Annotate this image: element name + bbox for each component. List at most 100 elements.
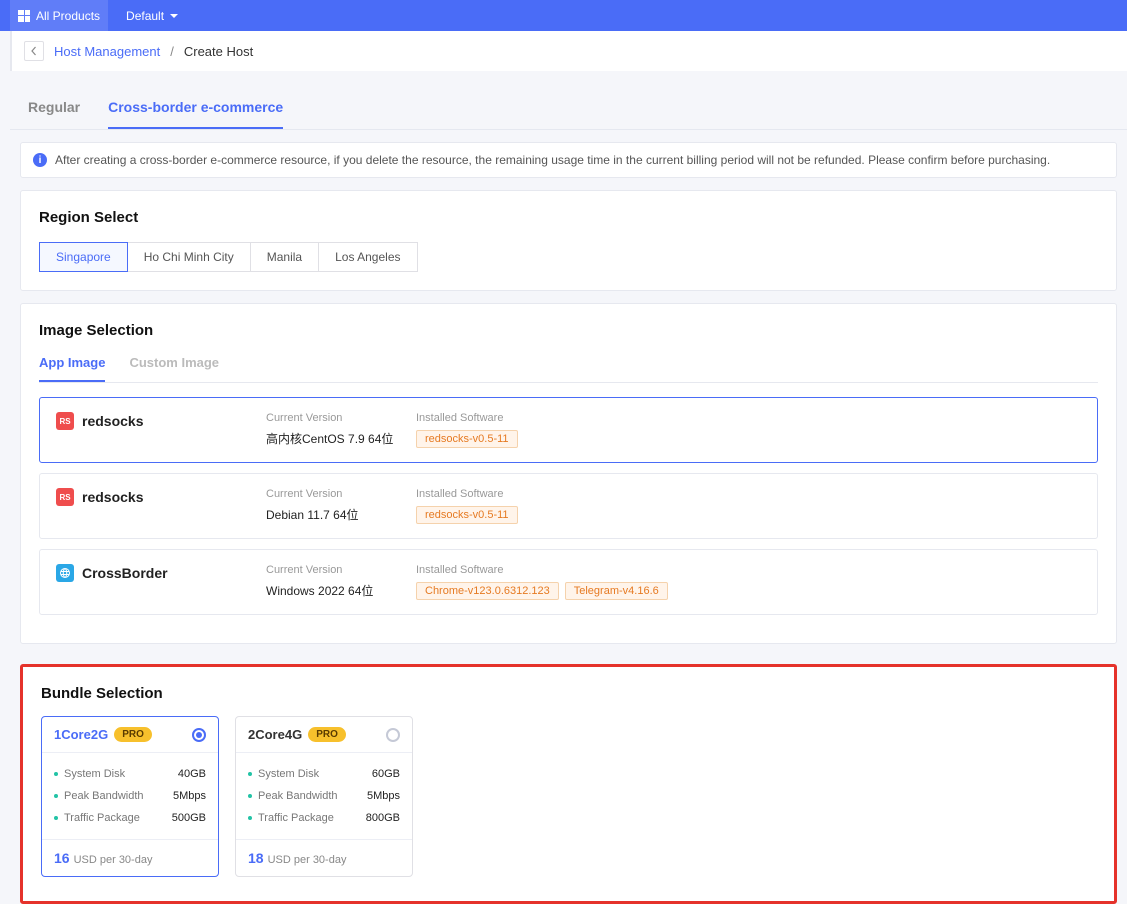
bullet-icon xyxy=(54,794,58,798)
software-tag: Chrome-v123.0.6312.123 xyxy=(416,582,559,600)
bundle-card: Bundle Selection 1Core2G PRO System Disk 4… xyxy=(20,664,1117,904)
image-software-cell: Installed Softwareredsocks-v0.5-11 xyxy=(416,488,1081,524)
breadcrumb-separator: / xyxy=(170,44,174,59)
info-icon: i xyxy=(33,153,47,167)
region-option-2[interactable]: Manila xyxy=(250,242,319,272)
bundle-body: System Disk 40GB Peak Bandwidth 5Mbps Traffi… xyxy=(42,753,218,839)
image-version-cell: Current Version Windows 2022 64位 xyxy=(266,564,406,599)
main-tabs: Regular Cross-border e-commerce xyxy=(10,81,1127,130)
image-title: Image Selection xyxy=(39,322,1098,339)
software-label: Installed Software xyxy=(416,564,1081,576)
version-label: Current Version xyxy=(266,488,406,500)
bundle-name: 2Core4G PRO xyxy=(248,727,346,742)
image-sub-tab-0[interactable]: App Image xyxy=(39,355,105,382)
bullet-icon xyxy=(54,772,58,776)
main-tab-1[interactable]: Cross-border e-commerce xyxy=(108,99,283,129)
software-tags: Chrome-v123.0.6312.123 Telegram-v4.16.6 xyxy=(416,582,1081,600)
image-name: CrossBorder xyxy=(56,564,256,582)
grid-icon xyxy=(18,10,30,22)
image-row-2[interactable]: CrossBorder Current Version Windows 2022 6… xyxy=(39,549,1098,615)
main-tab-0[interactable]: Regular xyxy=(28,99,80,129)
image-card: Image Selection App Image Custom Image RS… xyxy=(20,303,1117,644)
bundle-option-0[interactable]: 1Core2G PRO System Disk 40GB Peak Bandwidth… xyxy=(41,716,219,877)
image-sub-tab-1[interactable]: Custom Image xyxy=(129,355,219,382)
bundle-name: 1Core2G PRO xyxy=(54,727,152,742)
traffic-value: 800GB xyxy=(366,812,400,824)
bundle-price-suffix: USD per 30-day xyxy=(74,854,153,866)
bundle-title: Bundle Selection xyxy=(41,685,1096,702)
radio-icon xyxy=(192,728,206,742)
region-title: Region Select xyxy=(39,209,1098,226)
bundle-head: 1Core2G PRO xyxy=(42,717,218,753)
bullet-icon xyxy=(248,772,252,776)
back-button[interactable] xyxy=(24,41,44,61)
bw-value: 5Mbps xyxy=(173,790,206,802)
bw-label: Peak Bandwidth xyxy=(64,790,144,802)
region-option-1[interactable]: Ho Chi Minh City xyxy=(127,242,251,272)
disk-label: System Disk xyxy=(258,768,319,780)
image-software-cell: Installed Software redsocks-v0.5-11 xyxy=(416,412,1081,448)
image-name-text: CrossBorder xyxy=(82,565,168,581)
software-label: Installed Software xyxy=(416,412,1081,424)
bullet-icon xyxy=(54,816,58,820)
bundle-head: 2Core4G PRO xyxy=(236,717,412,753)
breadcrumb-current: Create Host xyxy=(184,44,253,59)
breadcrumb: Host Management / Create Host xyxy=(10,31,1127,71)
traffic-label: Traffic Package xyxy=(258,812,334,824)
bundle-price: 18 xyxy=(248,850,264,866)
software-tag: redsocks-v0.5-11 xyxy=(416,430,518,448)
pro-badge: PRO xyxy=(114,727,152,742)
bullet-icon xyxy=(248,794,252,798)
bw-label: Peak Bandwidth xyxy=(258,790,338,802)
version-value: Debian 11.7 64位 xyxy=(266,506,406,523)
bundle-price-suffix: USD per 30-day xyxy=(268,854,347,866)
chevron-left-icon xyxy=(29,46,39,56)
breadcrumb-parent[interactable]: Host Management xyxy=(54,44,160,59)
bundle-foot: 16 USD per 30-day xyxy=(42,839,218,876)
bw-value: 5Mbps xyxy=(367,790,400,802)
image-row-1[interactable]: RSredsocks Current Version Debian 11.7 64位… xyxy=(39,473,1098,539)
traffic-value: 500GB xyxy=(172,812,206,824)
disk-value: 60GB xyxy=(372,768,400,780)
bundle-foot: 18 USD per 30-day xyxy=(236,839,412,876)
all-products-label: All Products xyxy=(36,9,100,23)
image-name: RS redsocks xyxy=(56,412,256,430)
version-value: Windows 2022 64位 xyxy=(266,582,406,599)
image-version-cell: Current Version Debian 11.7 64位 xyxy=(266,488,406,523)
image-version-cell: Current Version 高内核CentOS 7.9 64位 xyxy=(266,412,406,447)
image-name-text: redsocks xyxy=(82,489,143,505)
region-card: Region Select SingaporeHo Chi Minh CityM… xyxy=(20,190,1117,291)
info-banner-text: After creating a cross-border e-commerce… xyxy=(55,153,1050,167)
traffic-label: Traffic Package xyxy=(64,812,140,824)
image-row-0[interactable]: RS redsocks Current Version 高内核CentOS 7.9 6… xyxy=(39,397,1098,463)
image-name-text: redsocks xyxy=(82,413,143,429)
disk-label: System Disk xyxy=(64,768,125,780)
bundle-option-1[interactable]: 2Core4G PRO System Disk 60GB Peak Bandwidth… xyxy=(235,716,413,877)
version-value: 高内核CentOS 7.9 64位 xyxy=(266,430,406,447)
region-option-3[interactable]: Los Angeles xyxy=(318,242,417,272)
disk-value: 40GB xyxy=(178,768,206,780)
version-label: Current Version xyxy=(266,412,406,424)
top-bar: All Products Default xyxy=(0,0,1127,31)
all-products-menu[interactable]: All Products xyxy=(10,0,108,31)
software-tag: redsocks-v0.5-11 xyxy=(416,506,518,524)
radio-icon xyxy=(386,728,400,742)
image-software-cell: Installed Software Chrome-v123.0.6312.123… xyxy=(416,564,1081,600)
version-label: Current Version xyxy=(266,564,406,576)
crossborder-icon xyxy=(56,564,74,582)
bundle-options: 1Core2G PRO System Disk 40GB Peak Bandwidth… xyxy=(41,716,1096,877)
software-tags: redsocks-v0.5-11 xyxy=(416,430,1081,448)
bullet-icon xyxy=(248,816,252,820)
image-name: RSredsocks xyxy=(56,488,256,506)
image-sub-tabs: App Image Custom Image xyxy=(39,355,1098,383)
software-tags: redsocks-v0.5-11 xyxy=(416,506,1081,524)
region-option-0[interactable]: Singapore xyxy=(39,242,128,272)
bundle-price: 16 xyxy=(54,850,70,866)
project-selector-label: Default xyxy=(126,9,164,23)
project-selector[interactable]: Default xyxy=(126,9,178,23)
software-tag: Telegram-v4.16.6 xyxy=(565,582,668,600)
region-options: SingaporeHo Chi Minh CityManilaLos Angel… xyxy=(39,242,1098,272)
pro-badge: PRO xyxy=(308,727,346,742)
chevron-down-icon xyxy=(170,14,178,18)
redsocks-icon: RS xyxy=(56,412,74,430)
